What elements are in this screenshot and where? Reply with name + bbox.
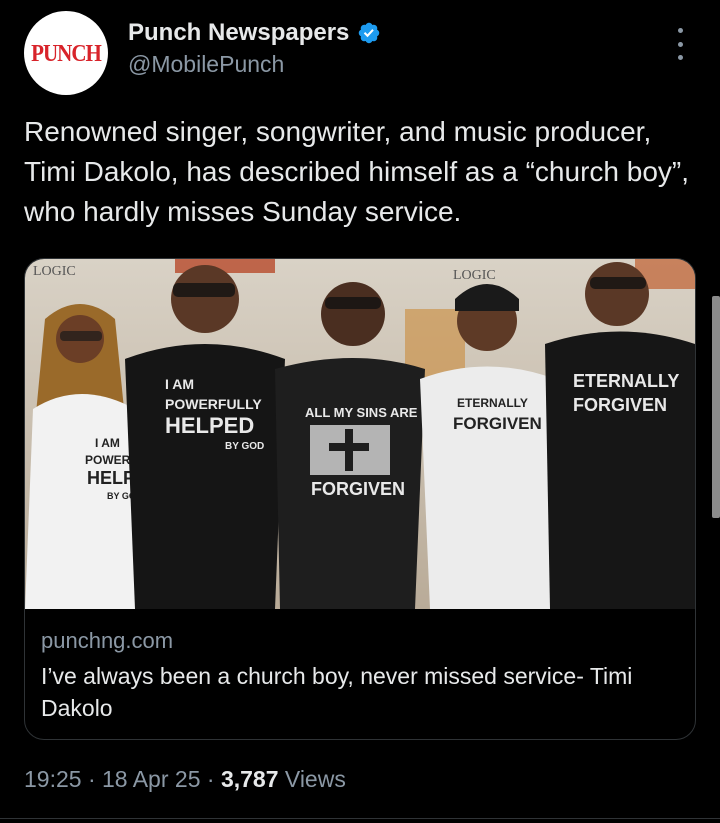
author-display-name[interactable]: Punch Newspapers	[128, 19, 349, 47]
shirt4-line2: FORGIVEN	[453, 414, 542, 433]
author-avatar[interactable]: PUNCH	[24, 11, 108, 95]
more-options-icon[interactable]	[666, 28, 694, 60]
shirt2-line3: HELPED	[165, 413, 254, 438]
banner-right-text: LOGIC	[453, 268, 496, 283]
link-preview-card[interactable]: LOGIC LOGIC I AM POWERFULLY HELPED BY GO…	[24, 258, 696, 740]
tweet-date[interactable]: 18 Apr 25	[102, 766, 200, 792]
shirt3-line2: FORGIVEN	[311, 479, 405, 499]
card-domain: punchng.com	[41, 628, 174, 653]
author-name-row: Punch Newspapers	[128, 19, 381, 47]
shirt1-line1: I AM	[95, 436, 120, 450]
shirt5-line1: ETERNALLY	[573, 371, 679, 391]
more-dot	[677, 41, 683, 47]
tweet-meta: 19:25 · 18 Apr 25 · 3,787 Views	[24, 766, 346, 793]
shirt2-line4: BY GOD	[225, 441, 264, 452]
banner-left-text: LOGIC	[33, 264, 76, 279]
card-footer[interactable]: punchng.com I’ve always been a church bo…	[25, 610, 695, 739]
meta-separator: ·	[87, 766, 103, 792]
avatar-logo-text: PUNCH	[31, 38, 102, 67]
more-dot	[677, 55, 683, 60]
meta-separator: ·	[206, 766, 221, 792]
shirt3-line1: ALL MY SINS ARE	[305, 405, 418, 420]
scrollbar[interactable]	[712, 296, 720, 518]
tweet-time[interactable]: 19:25	[24, 766, 82, 792]
views-count: 3,787	[220, 766, 279, 792]
author-handle[interactable]: @MobilePunch	[128, 51, 284, 78]
more-dot	[677, 28, 683, 33]
shirt2-line1: I AM	[165, 376, 194, 392]
views-label: Views	[284, 766, 346, 792]
verified-badge-icon	[359, 22, 380, 44]
shirt2-line2: POWERFULLY	[165, 396, 262, 412]
card-photo: LOGIC LOGIC I AM POWERFULLY HELPED BY GO…	[25, 259, 695, 609]
shirt5-line2: FORGIVEN	[573, 395, 667, 415]
tweet-text: Renowned singer, songwriter, and music p…	[24, 116, 689, 227]
divider	[0, 818, 720, 819]
shirt4-line1: ETERNALLY	[457, 396, 528, 410]
card-title: I’ve always been a church boy, never mis…	[41, 663, 633, 721]
